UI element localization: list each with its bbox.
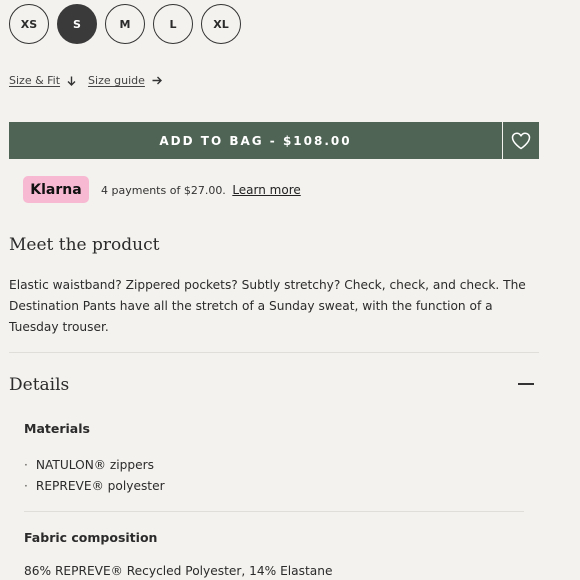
fabric-composition-text: 86% REPREVE® Recycled Polyester, 14% Ela…: [24, 564, 333, 578]
add-to-bag-button[interactable]: ADD TO BAG - $108.00: [9, 122, 502, 159]
materials-title: Materials: [24, 421, 90, 436]
product-description: Elastic waistband? Zippered pockets? Sub…: [9, 278, 526, 334]
size-fit-label: Size & Fit: [9, 74, 61, 87]
divider: [24, 511, 524, 512]
materials-list: · NATULON® zippers · REPREVE® polyester: [24, 455, 165, 497]
klarna-row: Klarna 4 payments of $27.00. Learn more: [23, 176, 301, 203]
size-m-button[interactable]: M: [105, 4, 145, 44]
bullet-icon: ·: [24, 479, 28, 493]
wishlist-button[interactable]: [502, 122, 539, 159]
size-l-button[interactable]: L: [153, 4, 193, 44]
size-xs-button[interactable]: XS: [9, 4, 49, 44]
product-page: XS S M L XL Size & Fit Size guide ADD TO…: [0, 0, 580, 580]
divider: [9, 352, 539, 353]
heart-icon: [511, 132, 531, 149]
klarna-text: 4 payments of $27.00. Learn more: [101, 183, 301, 197]
bullet-icon: ·: [24, 458, 28, 472]
size-fit-link[interactable]: Size & Fit: [9, 74, 76, 87]
material-item: REPREVE® polyester: [35, 479, 165, 493]
arrow-right-icon: [152, 76, 162, 85]
size-guide-link[interactable]: Size guide: [88, 74, 162, 87]
size-links: Size & Fit Size guide: [9, 74, 162, 87]
list-item: · REPREVE® polyester: [24, 476, 165, 497]
learn-more-link[interactable]: Learn more: [232, 183, 300, 197]
minus-icon: [518, 383, 534, 385]
size-xl-button[interactable]: XL: [201, 4, 241, 44]
size-guide-label: Size guide: [88, 74, 145, 87]
details-title: Details: [9, 375, 70, 395]
collapse-details-button[interactable]: [514, 372, 538, 396]
meet-product-title: Meet the product: [9, 235, 160, 255]
fabric-composition-title: Fabric composition: [24, 530, 158, 545]
material-item: NATULON® zippers: [35, 458, 154, 472]
add-to-bag-row: ADD TO BAG - $108.00: [9, 122, 539, 159]
klarna-payment-text: 4 payments of $27.00.: [101, 183, 226, 197]
size-selector: XS S M L XL: [9, 4, 241, 44]
klarna-logo: Klarna: [23, 176, 89, 203]
size-s-button[interactable]: S: [57, 4, 97, 44]
list-item: · NATULON® zippers: [24, 455, 165, 476]
arrow-down-icon: [67, 76, 76, 86]
